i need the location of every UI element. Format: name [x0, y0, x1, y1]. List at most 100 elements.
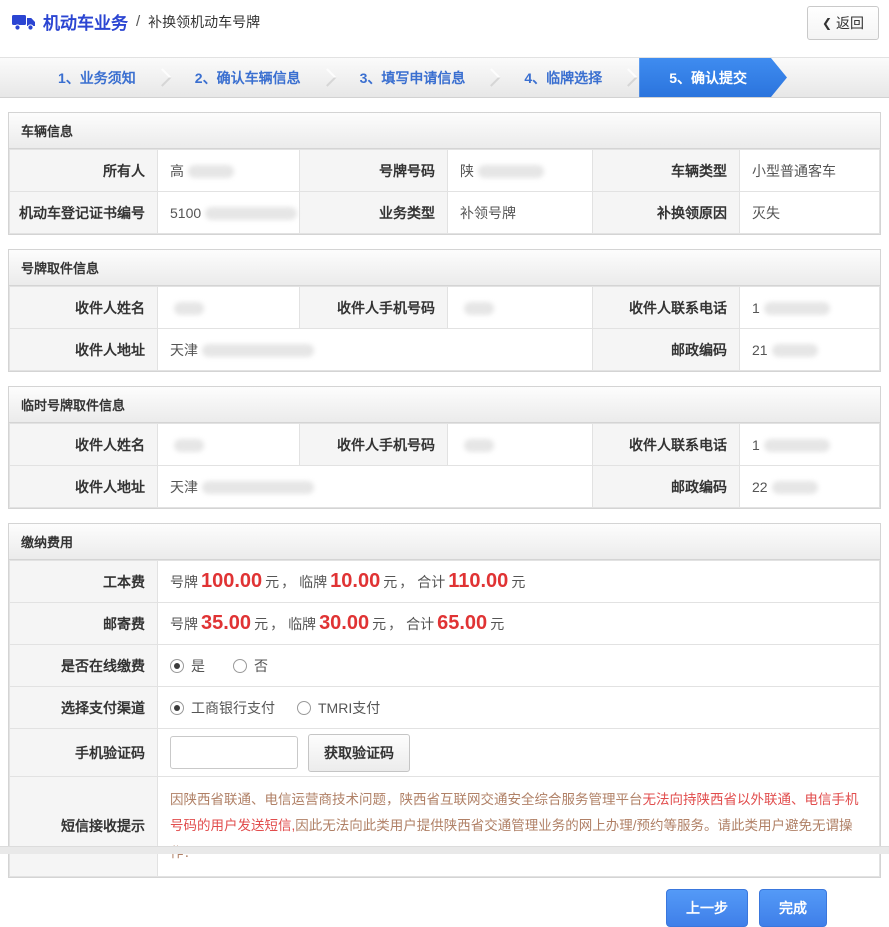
redacted-text: [202, 481, 314, 494]
pay-channel-options: 工商银行支付 TMRI支付: [158, 687, 880, 729]
pay-channel-label: 选择支付渠道: [10, 687, 158, 729]
radio-online-pay-no[interactable]: 否: [233, 656, 268, 676]
table-row: 所有人 高 号牌号码 陕 车辆类型 小型普通客车: [10, 150, 880, 192]
table-row: 收件人姓名 收件人手机号码 收件人联系电话 1: [10, 424, 880, 466]
topbar: 机动车业务 / 补换领机动车号牌 ❮ 返回: [0, 0, 889, 44]
table-row: 选择支付渠道 工商银行支付 TMRI支付: [10, 687, 880, 729]
reason-label: 补换领原因: [593, 192, 740, 234]
back-button[interactable]: ❮ 返回: [807, 6, 879, 40]
breadcrumb-separator: /: [136, 13, 140, 30]
radio-pay-tmri[interactable]: TMRI支付: [297, 698, 380, 718]
redacted-text: [764, 302, 830, 315]
sms-notice-label: 短信接收提示: [10, 777, 158, 877]
recipient-mobile-value: [448, 424, 593, 466]
step-item-business-notice[interactable]: 1、业务须知: [34, 58, 160, 97]
plate-no-value: 陕: [448, 150, 593, 192]
step-item-temp-plate[interactable]: 4、临牌选择: [500, 58, 626, 97]
redacted-text: [464, 439, 494, 452]
redacted-text: [478, 165, 544, 178]
redacted-text: [202, 344, 314, 357]
recipient-name-value: [158, 287, 300, 329]
step-bar: 1、业务须知 2、确认车辆信息 3、填写申请信息 4、临牌选择 5、确认提交: [0, 57, 889, 98]
sms-notice-text: 因陕西省联通、电信运营商技术问题，陕西省互联网交通安全综合服务管理平台无法向持陕…: [158, 777, 880, 877]
recipient-name-value: [158, 424, 300, 466]
sms-code-label: 手机验证码: [10, 729, 158, 777]
recipient-phone-label: 收件人联系电话: [593, 287, 740, 329]
radio-selected-icon: [170, 659, 184, 673]
radio-unselected-icon: [297, 701, 311, 715]
recipient-address-value: 天津: [158, 466, 593, 508]
recipient-mobile-value: [448, 287, 593, 329]
vehicle-type-label: 车辆类型: [593, 150, 740, 192]
postcode-label: 邮政编码: [593, 466, 740, 508]
section-plate-pickup: 号牌取件信息 收件人姓名 收件人手机号码 收件人联系电话 1 收件人地址 天津 …: [8, 249, 881, 372]
postcode-value: 21: [740, 329, 880, 371]
recipient-phone-value: 1: [740, 287, 880, 329]
postcode-label: 邮政编码: [593, 329, 740, 371]
truck-icon: [12, 14, 36, 31]
page-title: 机动车业务: [43, 9, 128, 34]
recipient-name-label: 收件人姓名: [10, 287, 158, 329]
recipient-address-label: 收件人地址: [10, 466, 158, 508]
recipient-phone-value: 1: [740, 424, 880, 466]
biz-type-value: 补领号牌: [448, 192, 593, 234]
recipient-address-label: 收件人地址: [10, 329, 158, 371]
table-row: 是否在线缴费 是 否: [10, 645, 880, 687]
redacted-text: [772, 344, 818, 357]
get-code-button[interactable]: 获取验证码: [308, 734, 410, 772]
table-row: 机动车登记证书编号 5100 业务类型 补领号牌 补换领原因 灭失: [10, 192, 880, 234]
redacted-text: [174, 302, 204, 315]
redacted-text: [772, 481, 818, 494]
table-row: 短信接收提示 因陕西省联通、电信运营商技术问题，陕西省互联网交通安全综合服务管理…: [10, 777, 880, 877]
reg-cert-label: 机动车登记证书编号: [10, 192, 158, 234]
owner-label: 所有人: [10, 150, 158, 192]
production-fee-label: 工本费: [10, 561, 158, 603]
recipient-phone-label: 收件人联系电话: [593, 424, 740, 466]
owner-value: 高: [158, 150, 300, 192]
plate-no-label: 号牌号码: [300, 150, 448, 192]
table-row: 收件人姓名 收件人手机号码 收件人联系电话 1: [10, 287, 880, 329]
bottom-strip: [0, 846, 889, 854]
reg-cert-value: 5100: [158, 192, 300, 234]
online-payment-options: 是 否: [158, 645, 880, 687]
breadcrumb: 机动车业务 / 补换领机动车号牌: [12, 9, 877, 34]
radio-unselected-icon: [233, 659, 247, 673]
radio-selected-icon: [170, 701, 184, 715]
section-vehicle-info: 车辆信息 所有人 高 号牌号码 陕 车辆类型 小型普通客车 机动车登记证书编号 …: [8, 112, 881, 235]
vehicle-type-value: 小型普通客车: [740, 150, 880, 192]
back-button-label: 返回: [836, 13, 864, 33]
radio-online-pay-yes[interactable]: 是: [170, 656, 205, 676]
production-fee-value: 号牌100.00元，临牌10.00元，合计110.00元: [158, 561, 880, 603]
postage-fee-value: 号牌35.00元，临牌30.00元，合计65.00元: [158, 603, 880, 645]
finish-button[interactable]: 完成: [759, 889, 827, 927]
redacted-text: [464, 302, 494, 315]
prev-step-button[interactable]: 上一步: [666, 889, 748, 927]
page: 机动车业务 / 补换领机动车号牌 ❮ 返回 1、业务须知 2、确认车辆信息 3、…: [0, 0, 889, 854]
biz-type-label: 业务类型: [300, 192, 448, 234]
section-title: 车辆信息: [9, 113, 880, 149]
back-chevron-icon: ❮: [822, 16, 832, 30]
recipient-mobile-label: 收件人手机号码: [300, 424, 448, 466]
reason-value: 灭失: [740, 192, 880, 234]
recipient-name-label: 收件人姓名: [10, 424, 158, 466]
sms-code-input[interactable]: [170, 736, 298, 769]
section-title: 缴纳费用: [9, 524, 880, 560]
section-fees: 缴纳费用 工本费 号牌100.00元，临牌10.00元，合计110.00元 邮寄…: [8, 523, 881, 878]
radio-pay-icbc[interactable]: 工商银行支付: [170, 698, 275, 718]
footer-actions: 上一步 完成: [0, 878, 889, 927]
recipient-address-value: 天津: [158, 329, 593, 371]
redacted-text: [174, 439, 204, 452]
redacted-text: [188, 165, 234, 178]
sms-code-cell: 获取验证码: [158, 729, 880, 777]
redacted-text: [205, 207, 297, 220]
page-subtitle: 补换领机动车号牌: [148, 12, 260, 32]
table-row: 收件人地址 天津 邮政编码 21: [10, 329, 880, 371]
section-temp-plate-pickup: 临时号牌取件信息 收件人姓名 收件人手机号码 收件人联系电话 1 收件人地址 天…: [8, 386, 881, 509]
step-item-fill-application[interactable]: 3、填写申请信息: [336, 58, 490, 97]
recipient-mobile-label: 收件人手机号码: [300, 287, 448, 329]
step-item-confirm-vehicle[interactable]: 2、确认车辆信息: [171, 58, 325, 97]
step-item-confirm-submit[interactable]: 5、确认提交: [639, 58, 787, 97]
table-row: 工本费 号牌100.00元，临牌10.00元，合计110.00元: [10, 561, 880, 603]
postage-fee-label: 邮寄费: [10, 603, 158, 645]
redacted-text: [764, 439, 830, 452]
